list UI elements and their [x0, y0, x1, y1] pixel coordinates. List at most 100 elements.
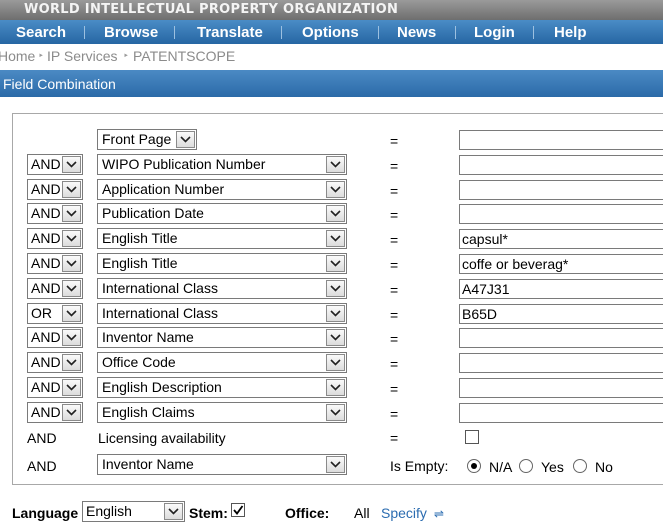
radio-yes[interactable]: [519, 459, 533, 473]
search-value-input[interactable]: capsul*: [459, 229, 663, 249]
operator-select[interactable]: AND: [27, 402, 83, 423]
operator-value: AND: [31, 181, 61, 197]
operator-value: AND: [31, 205, 61, 221]
specify-label: Specify: [381, 505, 427, 521]
operator-select[interactable]: AND: [27, 179, 83, 200]
radio-no[interactable]: [573, 459, 587, 473]
search-value-input[interactable]: [459, 403, 663, 423]
field-select[interactable]: English Description: [97, 377, 347, 398]
breadcrumb: Home ‣ IP Services ‣ PATENTSCOPE: [0, 46, 663, 66]
chevron-down-icon: [62, 329, 81, 346]
chevron-down-icon: [326, 305, 345, 322]
search-value-input[interactable]: [459, 155, 663, 175]
search-value-input[interactable]: B65D: [459, 304, 663, 324]
nav-separator: [378, 26, 379, 39]
search-value-input[interactable]: [459, 328, 663, 348]
operator-select[interactable]: AND: [27, 377, 83, 398]
equals-sign: =: [390, 183, 399, 199]
org-title: WORLD INTELLECTUAL PROPERTY ORGANIZATION: [24, 2, 399, 17]
nav-separator: [455, 26, 456, 39]
nav-separator: [281, 26, 282, 39]
stem-checkbox[interactable]: [231, 503, 245, 517]
field-value: Office Code: [102, 354, 176, 370]
nav-search[interactable]: Search: [16, 24, 66, 41]
equals-sign: =: [390, 282, 399, 298]
nav-login[interactable]: Login: [474, 24, 515, 41]
equals-sign: =: [390, 331, 399, 347]
nav-news[interactable]: News: [397, 24, 436, 41]
chevron-down-icon: [62, 305, 81, 322]
field-select[interactable]: WIPO Publication Number: [97, 154, 347, 175]
operator-select[interactable]: AND: [27, 352, 83, 373]
operator-select[interactable]: AND: [27, 327, 83, 348]
language-select[interactable]: English: [82, 501, 185, 522]
search-value-input[interactable]: [459, 378, 663, 398]
chevron-down-icon: [62, 205, 81, 222]
equals-sign: =: [390, 356, 399, 372]
field-value: WIPO Publication Number: [102, 156, 266, 172]
operator-select[interactable]: OR: [27, 303, 83, 324]
operator-value: AND: [31, 280, 61, 296]
language-value: English: [86, 503, 132, 519]
search-value-input[interactable]: coffe or beverag*: [459, 254, 663, 274]
field-value: International Class: [102, 280, 218, 296]
empty-field-select[interactable]: Inventor Name: [97, 454, 347, 475]
checkmark-icon: [233, 505, 244, 515]
field-value: Publication Date: [102, 205, 204, 221]
chevron-down-icon: [62, 181, 81, 198]
breadcrumb-ip-services[interactable]: IP Services: [47, 48, 118, 64]
chevron-down-icon: [326, 280, 345, 297]
field-value: English Claims: [102, 404, 195, 420]
field-select[interactable]: Application Number: [97, 179, 347, 200]
field-select[interactable]: Front Page: [97, 129, 197, 150]
operator-select[interactable]: AND: [27, 253, 83, 274]
arrows-icon: ⇌: [433, 507, 444, 521]
chevron-down-icon: [326, 379, 345, 396]
field-select[interactable]: Office Code: [97, 352, 347, 373]
breadcrumb-home[interactable]: Home: [0, 48, 35, 64]
field-value: Front Page: [102, 131, 172, 147]
field-value: English Title: [102, 230, 178, 246]
operator-select[interactable]: AND: [27, 154, 83, 175]
search-value-input[interactable]: [459, 204, 663, 224]
field-select[interactable]: English Claims: [97, 402, 347, 423]
search-value-input[interactable]: [459, 130, 663, 150]
nav-translate[interactable]: Translate: [197, 24, 263, 41]
operator-select[interactable]: AND: [27, 228, 83, 249]
operator-value: AND: [31, 230, 61, 246]
field-select[interactable]: Publication Date: [97, 203, 347, 224]
field-value: Inventor Name: [102, 329, 194, 345]
licensing-checkbox[interactable]: [465, 430, 479, 444]
field-select[interactable]: International Class: [97, 303, 347, 324]
breadcrumb-arrow-icon: ‣: [38, 51, 44, 62]
empty-field-value: Inventor Name: [102, 456, 194, 472]
chevron-down-icon: [326, 230, 345, 247]
top-title-bar: WORLD INTELLECTUAL PROPERTY ORGANIZATION: [0, 0, 663, 20]
radio-no-label: No: [595, 459, 613, 475]
main-nav: Search Browse Translate Options News Log…: [0, 20, 663, 44]
search-value-input[interactable]: [459, 180, 663, 200]
nav-separator: [84, 26, 85, 39]
specify-link[interactable]: Specify ⇌: [381, 505, 444, 521]
field-select[interactable]: International Class: [97, 278, 347, 299]
operator-value: AND: [31, 404, 61, 420]
nav-browse[interactable]: Browse: [104, 24, 158, 41]
radio-na[interactable]: [467, 459, 481, 473]
field-value: Application Number: [102, 181, 225, 197]
search-value-input[interactable]: [459, 353, 663, 373]
empty-row-operator: AND: [27, 458, 57, 474]
section-header: Field Combination: [0, 70, 663, 97]
chevron-down-icon: [326, 205, 345, 222]
chevron-down-icon: [62, 379, 81, 396]
field-select[interactable]: Inventor Name: [97, 327, 347, 348]
chevron-down-icon: [62, 230, 81, 247]
chevron-down-icon: [326, 255, 345, 272]
operator-select[interactable]: AND: [27, 203, 83, 224]
nav-help[interactable]: Help: [554, 24, 587, 41]
breadcrumb-patentscope[interactable]: PATENTSCOPE: [133, 48, 235, 64]
operator-select[interactable]: AND: [27, 278, 83, 299]
nav-options[interactable]: Options: [302, 24, 359, 41]
field-select[interactable]: English Title: [97, 228, 347, 249]
field-select[interactable]: English Title: [97, 253, 347, 274]
search-value-input[interactable]: A47J31: [459, 279, 663, 299]
